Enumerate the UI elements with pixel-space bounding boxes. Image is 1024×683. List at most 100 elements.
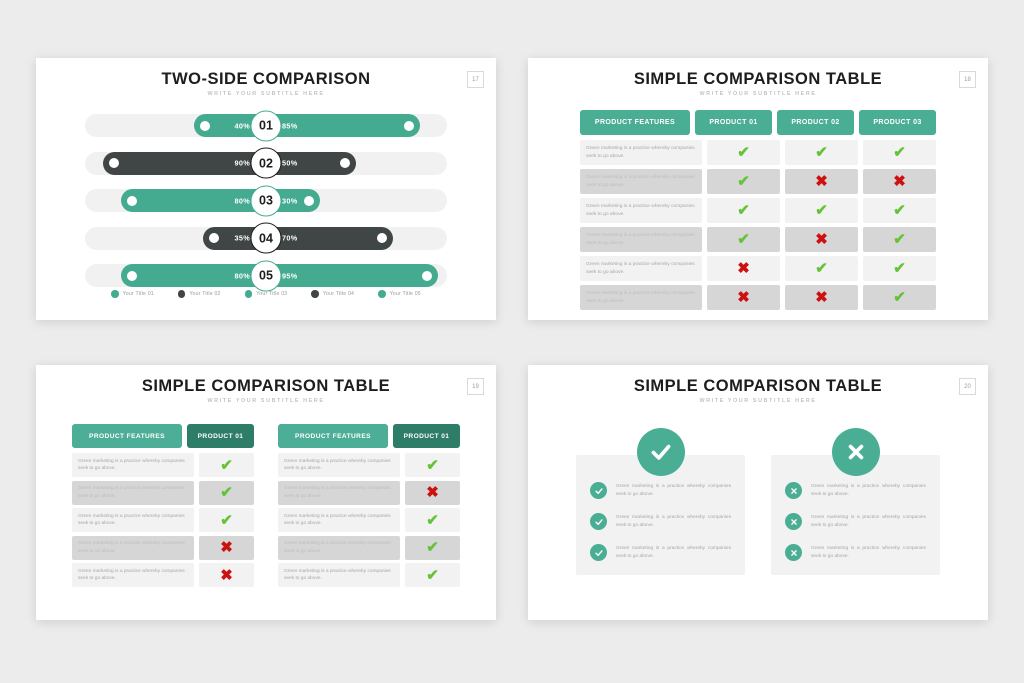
- check-icon: ✔: [737, 231, 750, 248]
- check-icon: [590, 513, 607, 530]
- table-row[interactable]: Green marketing is a practice whereby co…: [580, 256, 936, 281]
- check-icon: [590, 482, 607, 499]
- table-mark-cell: ✔: [405, 508, 460, 532]
- legend-item[interactable]: Your Title 01: [111, 290, 154, 298]
- cross-icon: ✖: [815, 231, 828, 248]
- table-mark-cell: ✖: [785, 285, 858, 310]
- two-side-bar-row[interactable]: 40% 85% 01: [36, 110, 496, 141]
- bar-handle-left[interactable]: [199, 120, 210, 131]
- legend-item[interactable]: Your Title 05: [378, 290, 421, 298]
- list-item[interactable]: Green marketing is a practice whereby co…: [785, 544, 926, 561]
- table-column-header[interactable]: PRODUCT FEATURES: [580, 110, 690, 135]
- cross-icon: ✖: [815, 173, 828, 190]
- table-column-header[interactable]: PRODUCT FEATURES: [72, 424, 182, 448]
- table-row[interactable]: Green marketing is a practice whereby co…: [278, 563, 460, 587]
- table-row[interactable]: Green marketing is a practice whereby co…: [72, 453, 254, 477]
- table-row[interactable]: Green marketing is a practice whereby co…: [580, 285, 936, 310]
- comparison-table: PRODUCT FEATURES PRODUCT 01 Green marketin…: [72, 424, 254, 591]
- table-row[interactable]: Green marketing is a practice whereby co…: [72, 508, 254, 532]
- comparison-panel[interactable]: Green marketing is a practice whereby co…: [576, 428, 745, 575]
- check-icon: ✔: [737, 173, 750, 190]
- two-side-bar-row[interactable]: 80% 30% 03: [36, 185, 496, 216]
- bar-left-percent: 80%: [234, 196, 250, 205]
- cross-icon: [785, 544, 802, 561]
- bar-handle-left[interactable]: [208, 233, 219, 243]
- table-row[interactable]: Green marketing is a practice whereby co…: [580, 198, 936, 223]
- bar-fill: [193, 114, 420, 137]
- table-row[interactable]: Green marketing is a practice whereby co…: [580, 169, 936, 194]
- bar-number-badge: 02: [250, 147, 282, 179]
- list-item[interactable]: Green marketing is a practice whereby co…: [590, 513, 731, 530]
- slide-comparison-table-3col[interactable]: SIMPLE COMPARISON TABLE WRITE YOUR SUBTI…: [528, 58, 988, 320]
- list-item[interactable]: Green marketing is a practice whereby co…: [785, 513, 926, 530]
- check-icon: ✔: [426, 539, 439, 556]
- table-row[interactable]: Green marketing is a practice whereby co…: [72, 480, 254, 505]
- table-mark-cell: ✔: [785, 256, 858, 281]
- check-icon: ✔: [220, 456, 233, 474]
- table-column-header[interactable]: PRODUCT 01: [393, 424, 460, 448]
- page-number-badge: 17: [467, 71, 484, 88]
- slide-pros-cons-panels[interactable]: SIMPLE COMPARISON TABLE WRITE YOUR SUBTI…: [528, 365, 988, 620]
- bar-right-percent: 70%: [282, 233, 298, 243]
- bar-handle-right[interactable]: [421, 270, 432, 281]
- table-row[interactable]: Green marketing is a practice whereby co…: [72, 563, 254, 587]
- table-row[interactable]: Green marketing is a practice whereby co…: [278, 453, 460, 477]
- slide-comparison-table-dual[interactable]: SIMPLE COMPARISON TABLE WRITE YOUR SUBTI…: [36, 365, 496, 620]
- feature-description-cell: Green marketing is a practice whereby co…: [278, 508, 400, 532]
- list-item-label: Green marketing is a practice whereby co…: [811, 545, 926, 559]
- bar-handle-right[interactable]: [403, 120, 414, 131]
- table-column-header[interactable]: PRODUCT 02: [777, 110, 854, 135]
- table-column-header[interactable]: PRODUCT 01: [187, 424, 254, 448]
- list-item[interactable]: Green marketing is a practice whereby co…: [785, 482, 926, 499]
- table-row[interactable]: Green marketing is a practice whereby co…: [580, 140, 936, 165]
- table-row[interactable]: Green marketing is a practice whereby co…: [72, 535, 254, 560]
- table-row[interactable]: Green marketing is a practice whereby co…: [278, 535, 460, 560]
- legend-item[interactable]: Your Title 04: [311, 290, 354, 298]
- table-row[interactable]: Green marketing is a practice whereby co…: [580, 227, 936, 252]
- table-column-header[interactable]: PRODUCT FEATURES: [278, 424, 388, 448]
- table-mark-cell: ✔: [199, 453, 254, 477]
- legend-item-label: Your Title 05: [389, 290, 421, 297]
- table-mark-cell: ✔: [863, 256, 936, 281]
- legend-item[interactable]: Your Title 02: [177, 290, 221, 298]
- table-header-row: PRODUCT FEATURES PRODUCT 01 PRODUCT 02 PROD…: [580, 110, 936, 135]
- bar-handle-left[interactable]: [127, 270, 138, 281]
- page-subtitle: WRITE YOUR SUBTITLE HERE: [699, 91, 817, 97]
- comparison-panel[interactable]: Green marketing is a practice whereby co…: [771, 428, 940, 575]
- table-column-header[interactable]: PRODUCT 01: [695, 110, 772, 135]
- slide-two-side-comparison[interactable]: TWO-SIDE COMPARISON WRITE YOUR SUBTITLE …: [36, 58, 496, 320]
- two-side-bar-row[interactable]: 90% 50% 02: [36, 147, 496, 179]
- table-mark-cell: ✔: [199, 480, 254, 505]
- table-mark-cell: ✔: [707, 227, 780, 252]
- bar-handle-right[interactable]: [340, 158, 351, 168]
- bar-handle-left[interactable]: [109, 158, 120, 168]
- check-icon: ✔: [220, 484, 233, 501]
- table-mark-cell: ✔: [785, 198, 858, 223]
- bar-handle-right[interactable]: [376, 233, 387, 243]
- check-icon: ✔: [815, 202, 828, 219]
- bar-handle-right[interactable]: [304, 195, 315, 206]
- legend-item-label: Your Title 04: [322, 290, 355, 297]
- table-mark-cell: ✔: [405, 563, 460, 587]
- check-icon: ✔: [426, 511, 439, 529]
- feature-description-cell: Green marketing is a practice whereby co…: [580, 140, 702, 165]
- bar-number-badge: 03: [250, 185, 282, 216]
- bar-handle-left[interactable]: [127, 195, 138, 206]
- feature-description-cell: Green marketing is a practice whereby co…: [72, 535, 194, 560]
- table-mark-cell: ✔: [863, 227, 936, 252]
- legend-item[interactable]: Your Title 03: [244, 290, 288, 298]
- two-side-bar-row[interactable]: 35% 70% 04: [36, 222, 496, 254]
- two-side-bar-list: 40% 85% 01 90% 50% 02 80% 30% 03 35% 70% 04 80% 95% 05: [36, 110, 496, 299]
- comparison-table: PRODUCT FEATURES PRODUCT 01 PRODUCT 02 PROD…: [580, 110, 936, 314]
- table-row[interactable]: Green marketing is a practice whereby co…: [278, 508, 460, 532]
- table-mark-cell: ✖: [785, 227, 858, 252]
- page-number-badge: 20: [959, 378, 976, 395]
- feature-description-cell: Green marketing is a practice whereby co…: [278, 535, 400, 560]
- list-item[interactable]: Green marketing is a practice whereby co…: [590, 544, 731, 561]
- table-mark-cell: ✔: [863, 140, 936, 165]
- list-item[interactable]: Green marketing is a practice whereby co…: [590, 482, 731, 499]
- two-side-bar-row[interactable]: 80% 95% 05: [36, 260, 496, 291]
- table-row[interactable]: Green marketing is a practice whereby co…: [278, 480, 460, 505]
- table-mark-cell: ✖: [405, 480, 460, 505]
- table-column-header[interactable]: PRODUCT 03: [859, 110, 936, 135]
